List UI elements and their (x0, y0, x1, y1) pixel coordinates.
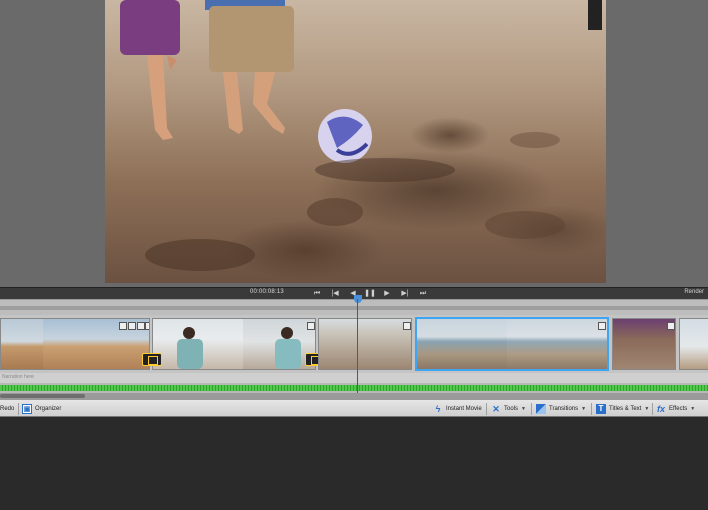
transition-marker-icon[interactable] (142, 353, 162, 366)
toolbar-divider (18, 403, 19, 415)
chevron-down-icon: ▼ (521, 406, 526, 412)
clip-info-badge-icon[interactable] (128, 322, 136, 330)
clip-kids-legs[interactable] (612, 318, 676, 370)
video-preview[interactable] (105, 0, 606, 283)
tools-icon: ✕ (492, 404, 500, 414)
clip-frame (507, 319, 607, 369)
instant-movie-label: Instant Movie (446, 406, 482, 412)
clip-kids-soccer[interactable] (318, 318, 412, 370)
transitions-icon (536, 404, 546, 414)
lightning-icon: ϟ (435, 404, 441, 414)
clip-info-badge-icon[interactable] (307, 322, 315, 330)
clip-info-badge-icon[interactable] (403, 322, 411, 330)
video-track (0, 315, 708, 373)
clip-woman-photo[interactable] (152, 318, 316, 370)
effects-button[interactable]: fx Effects ▼ (656, 403, 695, 415)
transitions-button[interactable]: Transitions ▼ (536, 403, 586, 415)
organizer-icon: ▣ (22, 404, 32, 414)
titles-label: Titles & Text (609, 406, 642, 412)
next-frame-icon[interactable]: ▶| (399, 289, 411, 299)
titles-text-button[interactable]: T Titles & Text ▼ (596, 403, 649, 415)
chevron-down-icon: ▼ (690, 406, 696, 412)
pause-icon[interactable]: ❚❚ (364, 289, 376, 299)
chevron-down-icon: ▼ (581, 406, 587, 412)
clip-fx-badge-icon[interactable] (119, 322, 127, 330)
clip-frame (319, 319, 411, 369)
clip-info-badge-icon[interactable] (598, 322, 606, 330)
effects-label: Effects (669, 406, 688, 412)
empty-panel (0, 417, 708, 510)
preview-frame-illustration (120, 0, 602, 271)
timeline-scrollbar-thumb[interactable] (0, 394, 85, 398)
redo-button[interactable]: Redo (0, 403, 14, 415)
chevron-down-icon: ▼ (644, 406, 650, 412)
toolbar-divider (486, 403, 487, 415)
organizer-label: Organizer (35, 406, 62, 412)
toolbar-divider (591, 403, 592, 415)
toolbar-divider (652, 403, 653, 415)
clip-frame (1, 319, 43, 369)
render-button[interactable]: Render (684, 289, 704, 295)
clip-beach-walk[interactable] (0, 318, 150, 370)
clip-beach-sky[interactable] (679, 318, 708, 370)
fx-icon: fx (656, 404, 665, 414)
playhead-handle[interactable] (354, 295, 362, 303)
clip-beach-waves-selected[interactable] (415, 317, 609, 371)
ruler-track (0, 306, 708, 310)
go-to-previous-edit-icon[interactable]: ⏮ (311, 289, 323, 299)
transitions-label: Transitions (549, 406, 579, 412)
clip-menu-badge-icon[interactable] (145, 322, 149, 330)
playhead-line (357, 299, 358, 393)
narration-label: Narration here (2, 374, 34, 380)
audio-waveform (0, 385, 708, 391)
clip-figures (177, 327, 301, 369)
toolbar-divider (531, 403, 532, 415)
tools-button[interactable]: ✕ Tools ▼ (491, 403, 526, 415)
go-to-next-edit-icon[interactable]: ⏭ (417, 289, 429, 299)
forward-icon[interactable]: ▶ (381, 289, 393, 299)
organizer-button[interactable]: ▣ Organizer (22, 403, 61, 415)
clip-motion-badge-icon[interactable] (137, 322, 145, 330)
redo-label: Redo (0, 406, 15, 412)
previous-frame-icon[interactable]: |◀ (329, 289, 341, 299)
monitor-panel (0, 0, 708, 287)
titles-icon: T (596, 404, 606, 414)
narration-track[interactable]: Narration here (0, 373, 708, 383)
clip-frame (680, 319, 708, 369)
clip-info-badge-icon[interactable] (667, 322, 675, 330)
bottom-toolbar: Redo ▣ Organizer ϟ Instant Movie ✕ Tools… (0, 399, 708, 417)
video-editor-window: 00:00:08:13 ⏮ |◀ ◀ ❚❚ ▶ ▶| ⏭ Render Narr… (0, 0, 708, 510)
audio-track[interactable] (0, 383, 708, 393)
clip-frame (417, 319, 507, 369)
tools-label: Tools (504, 406, 519, 412)
instant-movie-button[interactable]: ϟ Instant Movie (433, 403, 482, 415)
timecode-display: 00:00:08:13 (250, 289, 284, 295)
